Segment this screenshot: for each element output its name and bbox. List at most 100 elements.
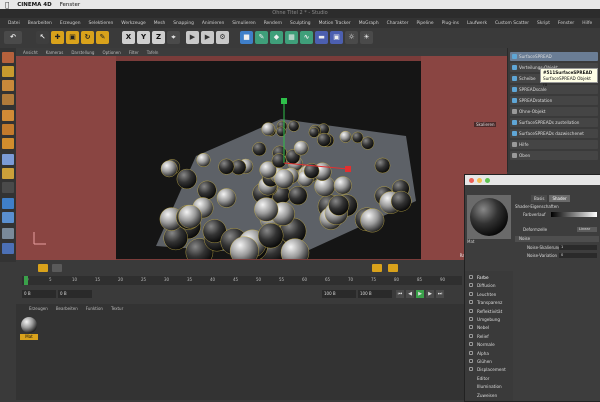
menu-item[interactable]: Charakter bbox=[383, 21, 413, 26]
object-row[interactable]: Hilfe bbox=[510, 140, 598, 149]
viewport-menu-item[interactable]: Filter bbox=[126, 50, 142, 55]
mac-menu-fenster[interactable]: Fenster bbox=[60, 2, 80, 8]
rotate-tool-icon[interactable]: ↻ bbox=[81, 31, 94, 44]
floor-icon[interactable]: ▬ bbox=[315, 31, 328, 44]
recent-tool-icon[interactable]: ✎ bbox=[96, 31, 109, 44]
subdivision-icon[interactable]: ◆ bbox=[270, 31, 283, 44]
material-menu-item[interactable]: Textur bbox=[108, 306, 126, 311]
coordinate-system-icon[interactable]: ⌖ bbox=[167, 31, 180, 44]
lock-workplane-icon[interactable] bbox=[2, 228, 14, 239]
keyframe-tool-icon[interactable] bbox=[52, 264, 62, 272]
minimize-window-icon[interactable] bbox=[477, 178, 482, 183]
channel-checkbox[interactable] bbox=[469, 308, 473, 313]
render-picture-viewer-icon[interactable]: ▶ bbox=[201, 31, 214, 44]
app-menu[interactable]: CINEMA 4D bbox=[17, 2, 51, 8]
material-menu-item[interactable]: Funktion bbox=[83, 306, 106, 311]
channel-checkbox[interactable] bbox=[469, 275, 473, 279]
close-window-icon[interactable] bbox=[469, 178, 474, 183]
viewport-menu-item[interactable]: Darstellung bbox=[68, 50, 97, 55]
viewport-menu-item[interactable]: Ansicht bbox=[20, 50, 41, 55]
solo-mode-icon[interactable] bbox=[2, 198, 14, 209]
menu-item[interactable]: Datei bbox=[4, 21, 24, 26]
axis-y-button[interactable]: Y bbox=[137, 31, 150, 44]
material-menu-item[interactable]: Bearbeiten bbox=[53, 306, 81, 311]
keyframe-record-icon[interactable] bbox=[38, 264, 48, 272]
cube-icon[interactable]: ■ bbox=[240, 31, 253, 44]
viewport-menu-item[interactable]: Optionen bbox=[99, 50, 123, 55]
workplane-mode-icon[interactable] bbox=[2, 94, 14, 105]
pen-spline-icon[interactable]: ✎ bbox=[255, 31, 268, 44]
menu-item[interactable]: Snapping bbox=[169, 21, 198, 26]
y-axis-handle-tip[interactable] bbox=[281, 98, 287, 104]
channel-checkbox[interactable] bbox=[469, 325, 473, 330]
camera-icon[interactable]: ▣ bbox=[330, 31, 343, 44]
viewport-menu-item[interactable]: Kameras bbox=[43, 50, 67, 55]
channel-checkbox[interactable] bbox=[469, 291, 473, 296]
material-thumbnail[interactable]: Mat bbox=[20, 316, 38, 340]
array-icon[interactable]: ▦ bbox=[285, 31, 298, 44]
pla-icon[interactable] bbox=[388, 264, 398, 272]
bend-deformer-icon[interactable]: ∿ bbox=[300, 31, 313, 44]
channel-checkbox[interactable] bbox=[469, 367, 473, 372]
menu-item[interactable]: Motion Tracker bbox=[315, 21, 355, 26]
menu-item[interactable]: Erzeugen bbox=[56, 21, 85, 26]
noise-variation-field[interactable]: 0 bbox=[559, 253, 597, 258]
material-preview[interactable] bbox=[467, 195, 511, 239]
menu-item[interactable]: Selektieren bbox=[84, 21, 117, 26]
menu-item[interactable]: Skript bbox=[533, 21, 554, 26]
axis-mode-icon[interactable] bbox=[2, 168, 14, 179]
object-row[interactable]: SurfaceSPREAD bbox=[510, 52, 598, 61]
edges-mode-icon[interactable] bbox=[2, 124, 14, 135]
tweak-mode-icon[interactable] bbox=[2, 182, 14, 193]
model-mode-icon[interactable] bbox=[2, 66, 14, 77]
animation-key-icon[interactable] bbox=[372, 264, 382, 272]
select-tool-icon[interactable]: ↖ bbox=[36, 31, 49, 44]
move-tool-icon[interactable]: ✚ bbox=[51, 31, 64, 44]
menu-item[interactable]: Mesh bbox=[150, 21, 170, 26]
make-editable-icon[interactable] bbox=[2, 52, 14, 63]
render-view-icon[interactable]: ▶ bbox=[186, 31, 199, 44]
scale-tool-icon[interactable]: ▣ bbox=[66, 31, 79, 44]
step-forward-icon[interactable]: ▶ bbox=[426, 290, 434, 298]
light-icon[interactable]: ☼ bbox=[345, 31, 358, 44]
gradient-bar[interactable] bbox=[551, 212, 597, 217]
go-end-icon[interactable]: ⏭ bbox=[436, 290, 444, 298]
channel-checkbox[interactable] bbox=[469, 300, 473, 305]
channel-checkbox[interactable] bbox=[469, 342, 473, 347]
menu-item[interactable]: Hilfe bbox=[578, 21, 596, 26]
workplane-icon[interactable] bbox=[2, 212, 14, 223]
apple-icon[interactable]:  bbox=[5, 1, 9, 9]
undo-button[interactable]: ↶ bbox=[4, 31, 22, 44]
axis-x-button[interactable]: X bbox=[122, 31, 135, 44]
x-axis-handle-tip[interactable] bbox=[345, 166, 351, 172]
object-row[interactable]: SurfaceSPREADs zustellation bbox=[510, 118, 598, 127]
object-row[interactable]: SurfaceSPREADs dazwischenet bbox=[510, 129, 598, 138]
play-icon[interactable]: ▶ bbox=[416, 290, 424, 298]
grid-icon[interactable] bbox=[2, 243, 14, 254]
menu-item[interactable]: Laufwerk bbox=[463, 21, 491, 26]
object-row[interactable]: Ohne-Objekt bbox=[510, 107, 598, 116]
channel-checkbox[interactable] bbox=[469, 333, 473, 338]
menu-item[interactable]: Fenster bbox=[554, 21, 578, 26]
menu-item[interactable]: Pipeline bbox=[412, 21, 437, 26]
start-frame-field[interactable]: 0 B bbox=[22, 290, 56, 298]
channel-checkbox[interactable] bbox=[469, 283, 473, 288]
axis-z-button[interactable]: Z bbox=[152, 31, 165, 44]
noise-scale-field[interactable]: 1 bbox=[559, 245, 597, 250]
viewport-menu-item[interactable]: Tafeln bbox=[144, 50, 162, 55]
render-settings-icon[interactable]: ⚙ bbox=[216, 31, 229, 44]
object-row[interactable]: SPREADrotation bbox=[510, 96, 598, 105]
channel-checkbox[interactable] bbox=[469, 359, 473, 363]
interpolation-dropdown[interactable]: Linear bbox=[577, 227, 597, 232]
viewport[interactable]: Zentralperspektive bbox=[16, 56, 507, 260]
zoom-window-icon[interactable] bbox=[485, 178, 490, 183]
menu-item[interactable]: Animieren bbox=[198, 21, 228, 26]
object-row[interactable]: Oben bbox=[510, 151, 598, 160]
menu-item[interactable]: Simulieren bbox=[228, 21, 259, 26]
material-menu-item[interactable]: Erzeugen bbox=[26, 306, 51, 311]
tab-shader[interactable]: Shader bbox=[549, 195, 570, 202]
scene-icon[interactable]: ☀ bbox=[360, 31, 373, 44]
menu-item[interactable]: Bearbeiten bbox=[24, 21, 56, 26]
menu-item[interactable]: Rendern bbox=[260, 21, 286, 26]
snap-icon[interactable] bbox=[2, 154, 14, 165]
